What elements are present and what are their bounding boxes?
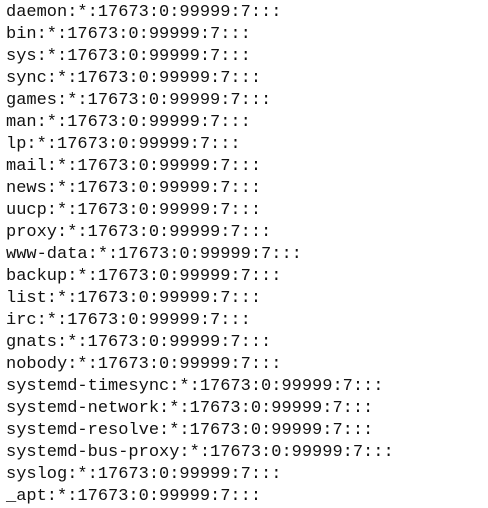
shadow-entry-backup: backup:*:17673:0:99999:7::: [6,267,282,286]
shadow-entry-syslog: syslog:*:17673:0:99999:7::: [6,465,282,484]
shadow-entry-daemon: daemon:*:17673:0:99999:7::: [6,3,282,22]
shadow-entry-lp: lp:*:17673:0:99999:7::: [6,135,241,154]
shadow-entry-www-data: www-data:*:17673:0:99999:7::: [6,245,302,264]
shadow-entry-irc: irc:*:17673:0:99999:7::: [6,311,251,330]
shadow-entry-bin: bin:*:17673:0:99999:7::: [6,25,251,44]
shadow-entry-news: news:*:17673:0:99999:7::: [6,179,262,198]
shadow-entry-nobody: nobody:*:17673:0:99999:7::: [6,355,282,374]
shadow-entry-sys: sys:*:17673:0:99999:7::: [6,47,251,66]
shadow-entry-systemd-bus-proxy: systemd-bus-proxy:*:17673:0:99999:7::: [6,443,394,462]
shadow-entry-systemd-network: systemd-network:*:17673:0:99999:7::: [6,399,374,418]
shadow-entry-proxy: proxy:*:17673:0:99999:7::: [6,223,272,242]
shadow-entry-man: man:*:17673:0:99999:7::: [6,113,251,132]
shadow-entry-systemd-timesync: systemd-timesync:*:17673:0:99999:7::: [6,377,384,396]
shadow-entry-list: list:*:17673:0:99999:7::: [6,289,262,308]
shadow-entry-mail: mail:*:17673:0:99999:7::: [6,157,262,176]
shadow-entry-games: games:*:17673:0:99999:7::: [6,91,272,110]
shadow-entry-sync: sync:*:17673:0:99999:7::: [6,69,262,88]
shadow-file-output: daemon:*:17673:0:99999:7::: bin:*:17673:… [0,0,488,506]
shadow-entry-gnats: gnats:*:17673:0:99999:7::: [6,333,272,352]
shadow-entry-apt: _apt:*:17673:0:99999:7::: [6,487,262,506]
shadow-entry-uucp: uucp:*:17673:0:99999:7::: [6,201,262,220]
shadow-entry-systemd-resolve: systemd-resolve:*:17673:0:99999:7::: [6,421,374,440]
